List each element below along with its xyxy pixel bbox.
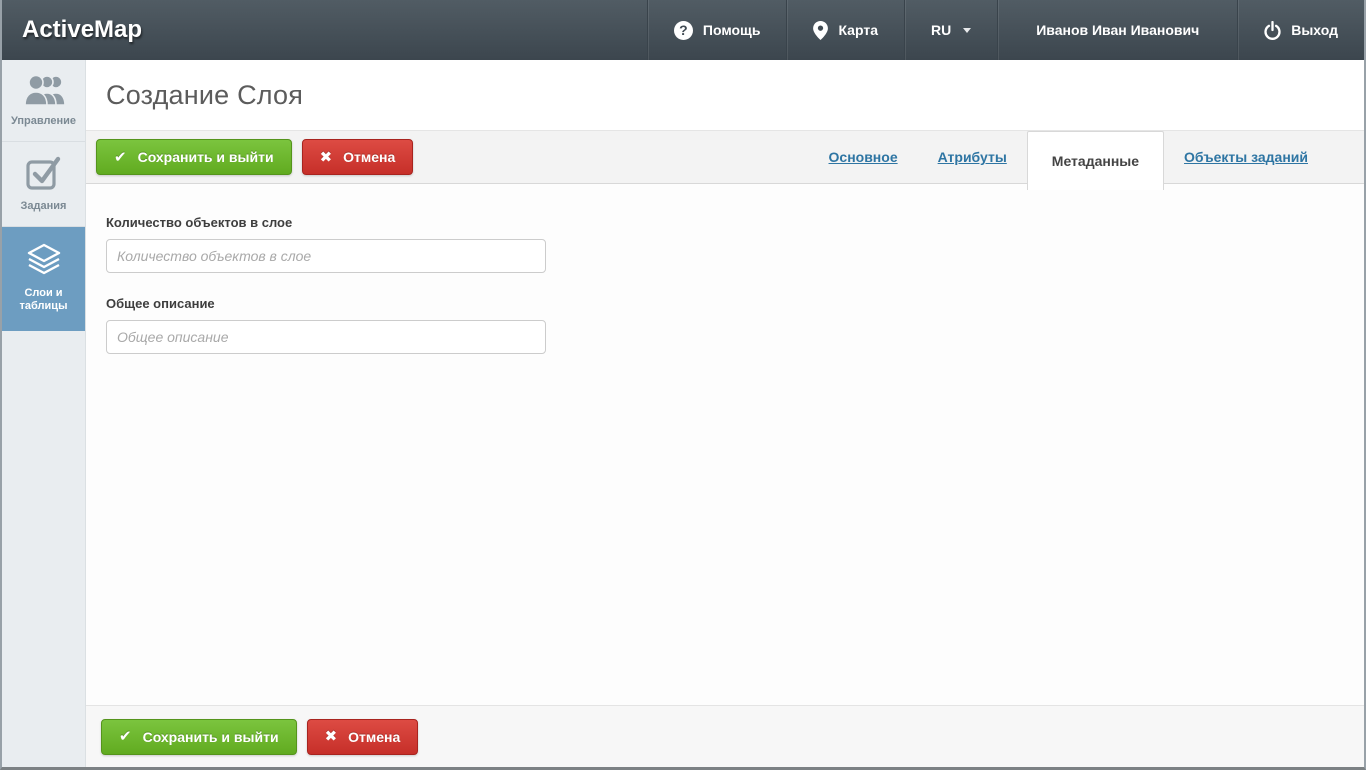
save-label: Сохранить и выйти <box>143 729 279 745</box>
sidebar-item-label: Слои и таблицы <box>7 287 80 315</box>
check-icon: ✔ <box>114 150 127 165</box>
sidebar-item-tasks[interactable]: Задания <box>2 142 85 227</box>
save-label: Сохранить и выйти <box>138 149 274 165</box>
app-body: Управление Задания <box>2 60 1364 767</box>
user-name: Иванов Иван Иванович <box>997 0 1237 60</box>
cancel-label: Отмена <box>348 729 400 745</box>
toolbar: ✔ Сохранить и выйти ✖ Отмена Основное Ат… <box>86 130 1364 184</box>
cancel-label: Отмена <box>343 149 395 165</box>
app-window: ActiveMap ? Помощь Карта RU Иванов Иван … <box>0 0 1366 770</box>
tab-obekty-zadaniy[interactable]: Объекты заданий <box>1164 149 1328 165</box>
logout-label: Выход <box>1291 22 1338 38</box>
cancel-button[interactable]: ✖ Отмена <box>302 139 414 175</box>
cancel-button-bottom[interactable]: ✖ Отмена <box>307 719 419 755</box>
description-input[interactable] <box>106 320 546 354</box>
cross-icon: ✖ <box>325 729 338 744</box>
sidebar-item-layers[interactable]: Слои и таблицы <box>2 227 85 332</box>
help-button[interactable]: ? Помощь <box>647 0 787 60</box>
description-label: Общее описание <box>106 296 1344 311</box>
map-pin-icon <box>813 21 828 40</box>
form-group-description: Общее описание <box>106 296 1344 354</box>
language-label: RU <box>931 22 951 38</box>
app-logo[interactable]: ActiveMap <box>2 0 162 60</box>
page-head: Создание Слоя <box>86 60 1364 130</box>
users-icon <box>21 73 67 106</box>
main-panel: Создание Слоя ✔ Сохранить и выйти ✖ Отме… <box>86 60 1364 767</box>
tab-osnovnoe[interactable]: Основное <box>809 149 918 165</box>
sidebar-item-label: Управление <box>11 115 76 129</box>
language-dropdown[interactable]: RU <box>904 0 997 60</box>
help-icon: ? <box>674 21 693 40</box>
map-button[interactable]: Карта <box>786 0 904 60</box>
tasks-icon <box>25 155 63 191</box>
footer-toolbar: ✔ Сохранить и выйти ✖ Отмена <box>86 705 1364 767</box>
header-nav: ? Помощь Карта RU Иванов Иван Иванович <box>647 0 1364 60</box>
object-count-label: Количество объектов в слое <box>106 215 1344 230</box>
object-count-input[interactable] <box>106 239 546 273</box>
tab-metadannye[interactable]: Метаданные <box>1027 131 1164 190</box>
cross-icon: ✖ <box>320 150 333 165</box>
layers-icon <box>23 243 65 278</box>
save-button-bottom[interactable]: ✔ Сохранить и выйти <box>101 719 297 755</box>
save-button[interactable]: ✔ Сохранить и выйти <box>96 139 292 175</box>
map-label: Карта <box>838 22 878 38</box>
page-title: Создание Слоя <box>106 80 303 111</box>
sidebar: Управление Задания <box>2 60 86 767</box>
help-label: Помощь <box>703 22 761 38</box>
tab-atributy[interactable]: Атрибуты <box>918 149 1027 165</box>
check-icon: ✔ <box>119 729 132 744</box>
metadata-form: Количество объектов в слое Общее описани… <box>86 184 1364 705</box>
sidebar-item-management[interactable]: Управление <box>2 60 85 142</box>
app-header: ActiveMap ? Помощь Карта RU Иванов Иван … <box>2 0 1364 60</box>
caret-down-icon <box>963 28 971 33</box>
tabs: Основное Атрибуты Метаданные Объекты зад… <box>809 131 1364 183</box>
power-icon <box>1264 21 1281 40</box>
form-group-object-count: Количество объектов в слое <box>106 215 1344 273</box>
sidebar-item-label: Задания <box>21 200 67 214</box>
logout-button[interactable]: Выход <box>1237 0 1364 60</box>
